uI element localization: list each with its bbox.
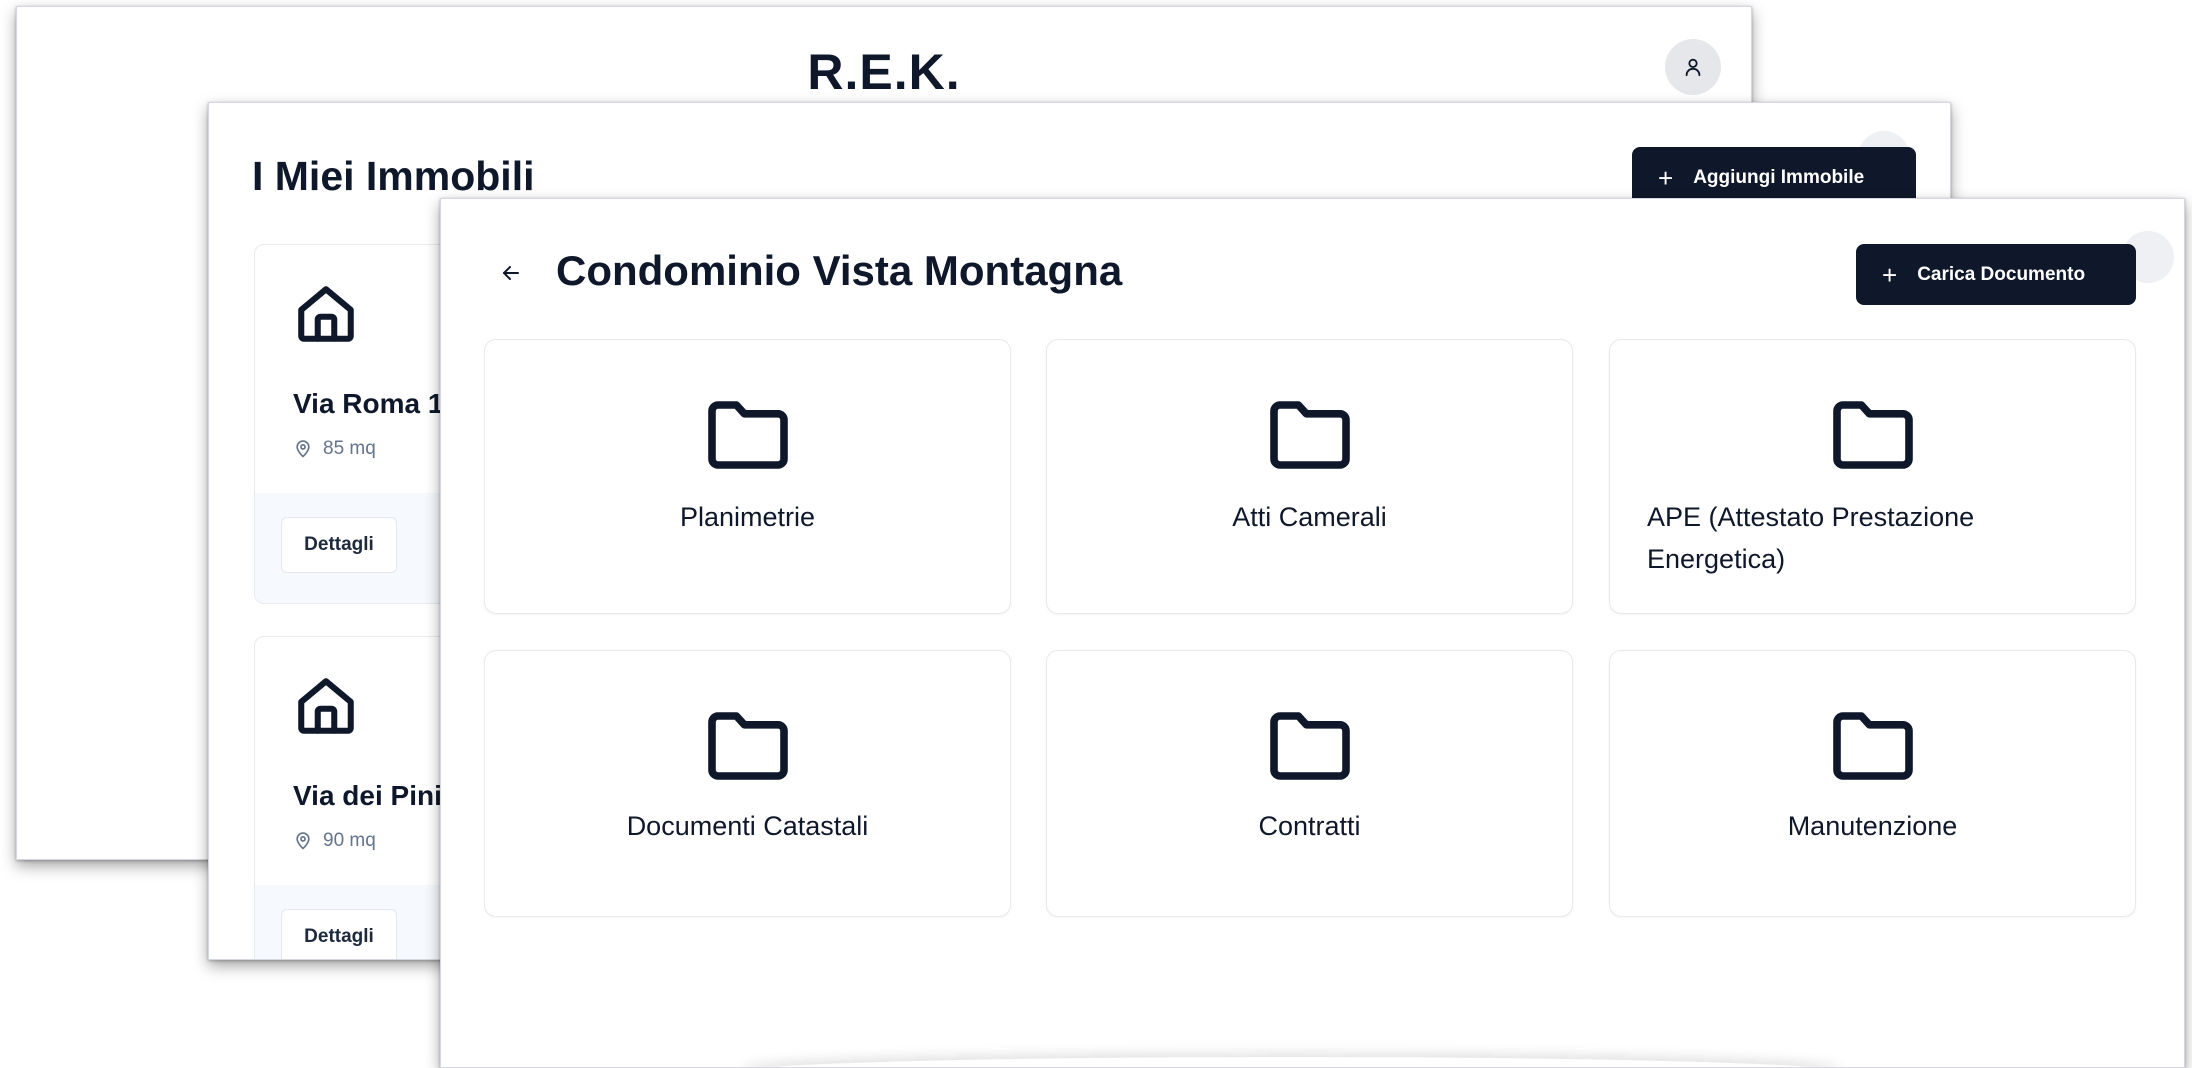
page-title: I Miei Immobili (252, 153, 535, 199)
folder-card-contratti[interactable]: Contratti (1046, 650, 1573, 917)
location-pin-icon (296, 832, 310, 850)
app-window-documents: Condominio Vista Montagna + Carica Docum… (440, 198, 2185, 1068)
folder-card-manutenzione[interactable]: Manutenzione (1609, 650, 2136, 917)
folder-icon (1269, 401, 1350, 469)
upload-document-button[interactable]: + Carica Documento (1856, 244, 2136, 305)
location-pin-icon (296, 440, 310, 458)
plus-icon: + (1658, 163, 1674, 193)
add-property-label: Aggiungi Immobile (1693, 167, 1865, 188)
folder-icon (707, 401, 788, 469)
folder-card-documenti-catastali[interactable]: Documenti Catastali (484, 650, 1011, 917)
property-name: Via Roma 1 (293, 388, 444, 419)
folder-card-planimetrie[interactable]: Planimetrie (484, 339, 1011, 614)
page-title: Condominio Vista Montagna (556, 247, 1123, 294)
user-menu-button[interactable] (1665, 39, 1721, 95)
folder-icon (1832, 712, 1913, 780)
folder-icon (1832, 401, 1913, 469)
plus-icon: + (1882, 259, 1898, 290)
folder-label: Documenti Catastali (626, 811, 869, 841)
folder-icon (1269, 712, 1350, 780)
property-size-value: 90 mq (323, 830, 376, 851)
floating-bar-shadow (741, 1057, 1841, 1067)
folder-label: Contratti (1258, 811, 1361, 841)
property-size: 90 mq (293, 830, 376, 852)
folder-label: Manutenzione (1787, 811, 1958, 841)
folder-label: Atti Camerali (1232, 502, 1387, 532)
user-icon (1685, 58, 1701, 77)
folder-card-ape[interactable]: APE (Attestato Prestazione Energetica) (1609, 339, 2136, 614)
brand-logo: R.E.K. (807, 44, 961, 100)
property-name: Via dei Pini (293, 780, 442, 811)
property-size: 85 mq (293, 438, 376, 460)
details-button[interactable]: Dettagli (281, 517, 397, 573)
folder-card-atti-camerali[interactable]: Atti Camerali (1046, 339, 1573, 614)
folder-label: Planimetrie (679, 502, 816, 532)
upload-document-label: Carica Documento (1917, 263, 2086, 285)
details-button[interactable]: Dettagli (281, 909, 397, 959)
property-size-value: 85 mq (323, 438, 376, 459)
arrow-left-icon[interactable] (499, 261, 523, 285)
home-icon (298, 678, 354, 734)
folder-label: APE (Attestato Prestazione Energetica) (1647, 502, 1975, 574)
home-icon (298, 286, 354, 342)
folder-icon (707, 712, 788, 780)
